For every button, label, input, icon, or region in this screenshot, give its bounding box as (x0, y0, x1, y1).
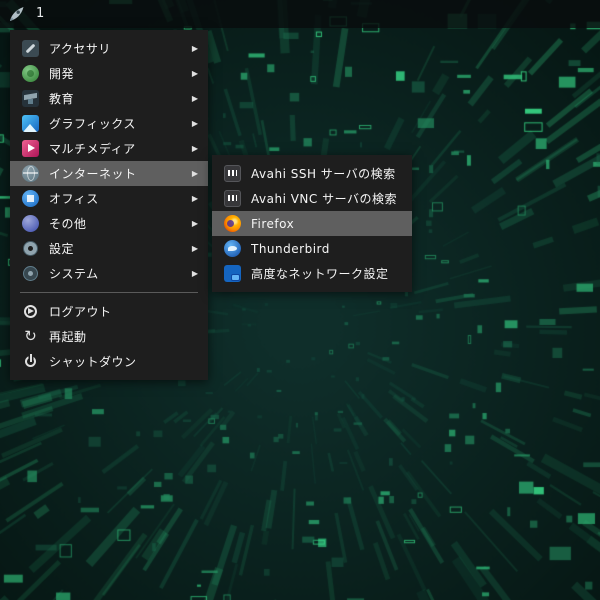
submenu-item-thunderbird[interactable]: Thunderbird (212, 236, 412, 261)
menu-item-label: オフィス (49, 190, 99, 207)
menu-item-label: アクセサリ (49, 40, 111, 57)
menu-item-label: 教育 (49, 90, 74, 107)
launcher-rocket-icon[interactable] (7, 4, 27, 24)
other-icon (22, 215, 39, 232)
submenu-arrow-icon: ▶ (192, 136, 198, 161)
internet-submenu: Avahi SSH サーバの検索 Avahi VNC サーバの検索 Firefo… (212, 155, 412, 292)
menu-item-label: 設定 (49, 240, 74, 257)
submenu-arrow-icon: ▶ (192, 111, 198, 136)
submenu-arrow-icon: ▶ (192, 236, 198, 261)
menu-item-shutdown[interactable]: シャットダウン (10, 349, 208, 374)
restart-icon (22, 328, 39, 345)
workspace-indicator[interactable]: 1 (36, 0, 44, 28)
multimedia-icon (22, 140, 39, 157)
menu-item-logout[interactable]: ログアウト (10, 299, 208, 324)
menu-item-settings[interactable]: 設定 ▶ (10, 236, 208, 261)
menu-item-office[interactable]: オフィス ▶ (10, 186, 208, 211)
submenu-arrow-icon: ▶ (192, 211, 198, 236)
accessories-icon (22, 40, 39, 57)
system-icon (22, 265, 39, 282)
menu-item-education[interactable]: 教育 ▶ (10, 86, 208, 111)
submenu-arrow-icon: ▶ (192, 186, 198, 211)
office-icon (22, 190, 39, 207)
menu-item-label: インターネット (49, 165, 137, 182)
submenu-item-label: Thunderbird (251, 242, 330, 256)
submenu-item-label: Avahi VNC サーバの検索 (251, 190, 397, 207)
menu-item-label: グラフィックス (49, 115, 136, 132)
menu-item-graphics[interactable]: グラフィックス ▶ (10, 111, 208, 136)
menu-item-restart[interactable]: 再起動 (10, 324, 208, 349)
logout-icon (22, 303, 39, 320)
terminal-icon (224, 190, 241, 207)
submenu-item-avahi-vnc[interactable]: Avahi VNC サーバの検索 (212, 186, 412, 211)
menu-item-label: シャットダウン (49, 353, 137, 370)
menu-item-label: 再起動 (49, 328, 87, 345)
menu-item-internet[interactable]: インターネット ▶ (10, 161, 208, 186)
internet-icon (22, 165, 39, 182)
terminal-icon (224, 165, 241, 182)
submenu-item-network-settings[interactable]: 高度なネットワーク設定 (212, 261, 412, 286)
menu-item-other[interactable]: その他 ▶ (10, 211, 208, 236)
menu-item-label: その他 (49, 215, 87, 232)
menu-item-development[interactable]: 開発 ▶ (10, 61, 208, 86)
shutdown-power-icon (22, 353, 39, 370)
thunderbird-icon (224, 240, 241, 257)
menu-item-multimedia[interactable]: マルチメディア ▶ (10, 136, 208, 161)
submenu-arrow-icon: ▶ (192, 161, 198, 186)
development-icon (22, 65, 39, 82)
applications-menu: アクセサリ ▶ 開発 ▶ 教育 ▶ グラフィックス ▶ マルチメディア ▶ イン… (10, 30, 208, 380)
top-panel: 1 (0, 0, 600, 28)
menu-item-system[interactable]: システム ▶ (10, 261, 208, 286)
network-settings-icon (224, 265, 241, 282)
submenu-arrow-icon: ▶ (192, 61, 198, 86)
submenu-item-label: Avahi SSH サーバの検索 (251, 165, 396, 182)
submenu-arrow-icon: ▶ (192, 36, 198, 61)
settings-gear-icon (22, 240, 39, 257)
submenu-item-firefox[interactable]: Firefox (212, 211, 412, 236)
submenu-arrow-icon: ▶ (192, 86, 198, 111)
education-icon (22, 90, 39, 107)
menu-item-label: 開発 (49, 65, 74, 82)
graphics-icon (22, 115, 39, 132)
menu-item-label: ログアウト (49, 303, 112, 320)
rocket-icon (8, 5, 26, 23)
menu-item-accessories[interactable]: アクセサリ ▶ (10, 36, 208, 61)
submenu-item-avahi-ssh[interactable]: Avahi SSH サーバの検索 (212, 161, 412, 186)
submenu-item-label: Firefox (251, 217, 294, 231)
menu-item-label: マルチメディア (49, 140, 136, 157)
submenu-item-label: 高度なネットワーク設定 (251, 265, 389, 282)
submenu-arrow-icon: ▶ (192, 261, 198, 286)
firefox-icon (224, 215, 241, 232)
menu-item-label: システム (49, 265, 99, 282)
menu-separator (20, 292, 198, 293)
